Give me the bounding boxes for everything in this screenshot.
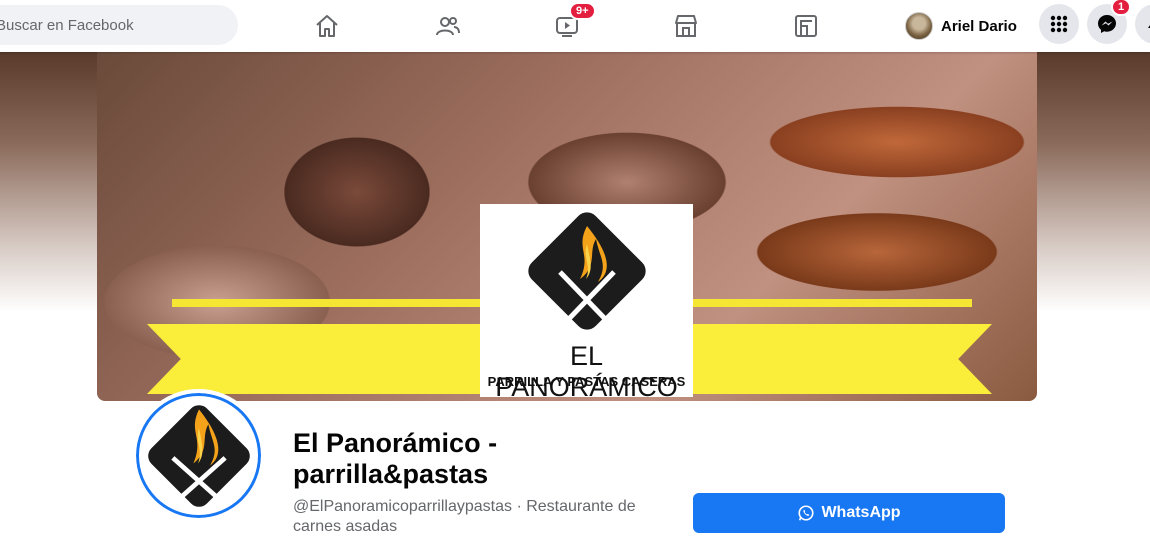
friends-icon-glyph — [436, 17, 460, 36]
page-profile-picture[interactable] — [132, 389, 265, 522]
messenger-button[interactable]: 1 — [1087, 0, 1132, 44]
watch-icon[interactable]: 9+ — [549, 2, 596, 44]
cover-logo-subtitle: PARRILLA Y PASTAS CASERAS — [487, 374, 686, 389]
whatsapp-button[interactable]: WhatsApp — [693, 493, 1005, 533]
gaming-icon-glyph — [795, 15, 817, 37]
profile-chip[interactable]: Ariel Dario — [905, 8, 1017, 44]
avatar — [905, 12, 933, 40]
top-navigation-bar: 9+ Ariel Dario 1 — [0, 0, 1150, 52]
cover-logo: EL PANORÁMICO PARRILLA Y PASTAS CASERAS — [480, 204, 693, 401]
page-subtitle: @ElPanoramicoparrillaypastas · Restauran… — [293, 498, 636, 535]
cover-logo-title: EL PANORÁMICO — [495, 341, 678, 401]
bell-icon — [1148, 21, 1150, 28]
profile-name: Ariel Dario — [941, 17, 1017, 35]
grill-logo-icon — [147, 404, 250, 507]
menu-button[interactable] — [1039, 4, 1079, 44]
home-icon-glyph — [316, 15, 338, 37]
search-input[interactable] — [0, 16, 216, 34]
search-box[interactable] — [0, 5, 238, 45]
grid-menu-icon — [1050, 15, 1068, 33]
notifications-button[interactable] — [1135, 4, 1150, 44]
whatsapp-label: WhatsApp — [821, 504, 901, 521]
cover-photo[interactable]: EL PANORÁMICO PARRILLA Y PASTAS CASERAS — [97, 52, 1037, 401]
home-icon[interactable] — [309, 8, 345, 44]
messenger-icon — [1098, 15, 1116, 33]
watch-badge: 9+ — [569, 2, 596, 20]
gaming-icon[interactable] — [788, 8, 824, 44]
marketplace-icon-glyph — [675, 15, 697, 37]
page-title: El Panorámico - parrilla&pastas — [293, 428, 498, 489]
messenger-badge: 1 — [1111, 0, 1132, 16]
marketplace-icon[interactable] — [668, 8, 704, 44]
grill-logo-icon — [528, 212, 646, 330]
friends-icon[interactable] — [430, 8, 466, 44]
whatsapp-icon — [798, 505, 814, 521]
